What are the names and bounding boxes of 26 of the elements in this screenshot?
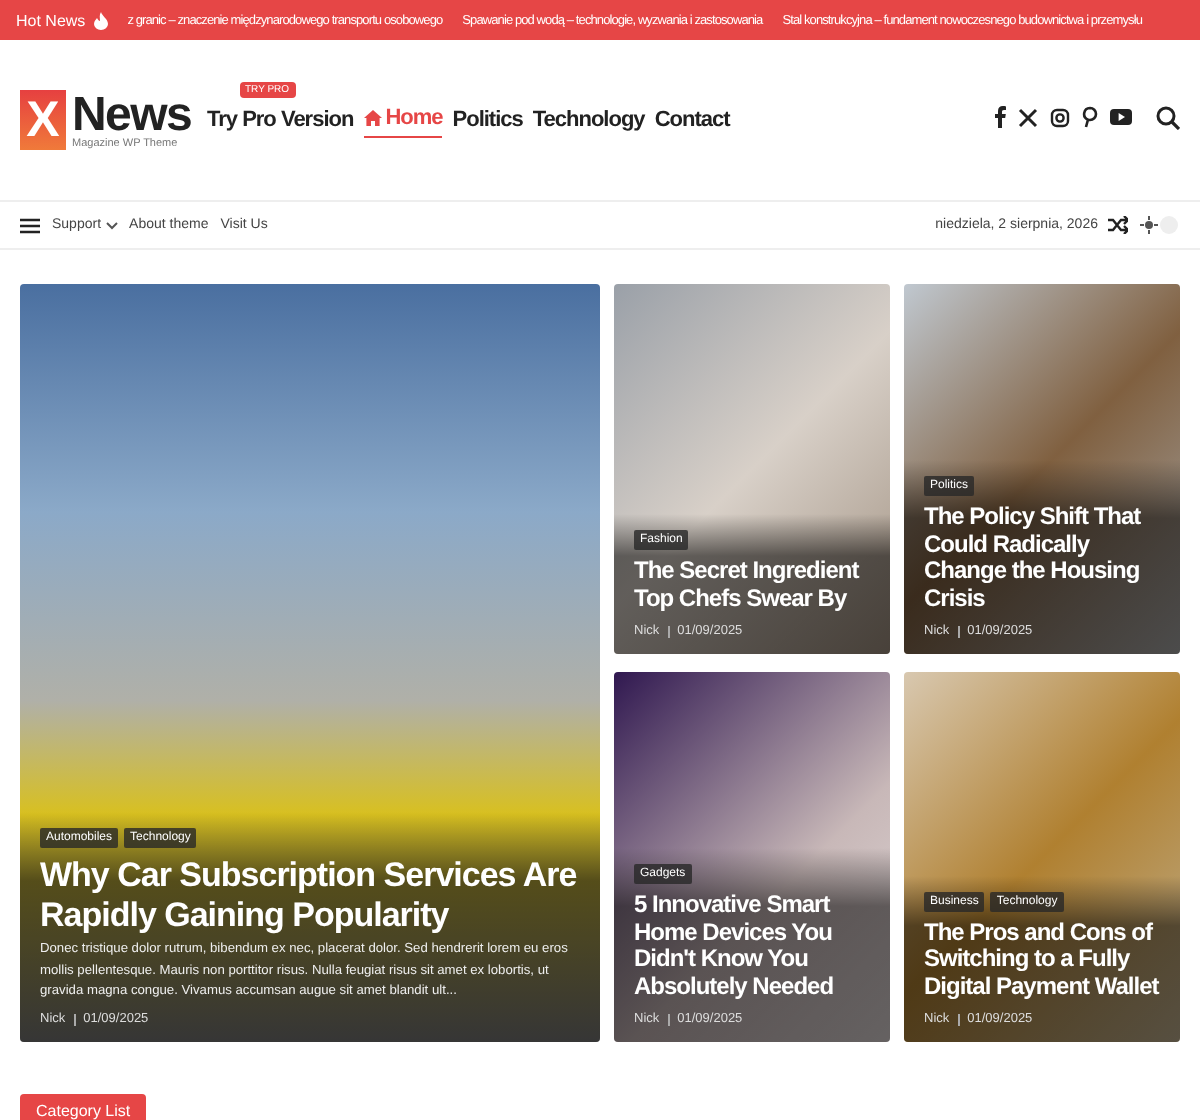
- home-icon: [363, 110, 382, 126]
- shuffle-icon[interactable]: [1108, 216, 1128, 234]
- search-icon[interactable]: [1156, 105, 1180, 129]
- section-heading: Category List: [20, 1094, 147, 1120]
- article-card[interactable]: [20, 284, 600, 1042]
- youtube-icon[interactable]: [1110, 108, 1132, 126]
- facebook-icon[interactable]: [994, 106, 1006, 128]
- nav-link[interactable]: Contact: [654, 106, 730, 138]
- article-title[interactable]: The Policy Shift That Could Radically Change the Housing Crisis: [924, 503, 1160, 614]
- nav-link[interactable]: Politics: [452, 106, 523, 138]
- article-title[interactable]: The Secret Ingredient Top Chefs Swear By: [634, 558, 870, 614]
- logo-name: News: [72, 94, 191, 138]
- dark-mode-toggle[interactable]: [1138, 214, 1180, 236]
- article-title[interactable]: The Pros and Cons of Switching to a Fully Digital Payment Wallet: [924, 919, 1160, 1002]
- nav-link[interactable]: Home: [363, 106, 443, 138]
- article-title[interactable]: Why Car Subscription Services Are Rapidly Gaining Popularity: [40, 856, 580, 935]
- menu-icon[interactable]: [20, 217, 40, 233]
- ticker-label: Hot News: [16, 11, 86, 29]
- instagram-icon[interactable]: [1050, 107, 1070, 127]
- flame-icon: [93, 11, 108, 29]
- pinterest-icon[interactable]: [1082, 106, 1098, 128]
- article-title[interactable]: 5 Innovative Smart Home Devices You Didn't Know You Absolutely Needed: [634, 891, 870, 1002]
- caret-icon: [105, 221, 118, 229]
- logo-mark: X: [20, 90, 66, 150]
- x-icon[interactable]: [1018, 107, 1038, 127]
- nav-link[interactable]: Technology: [532, 106, 645, 138]
